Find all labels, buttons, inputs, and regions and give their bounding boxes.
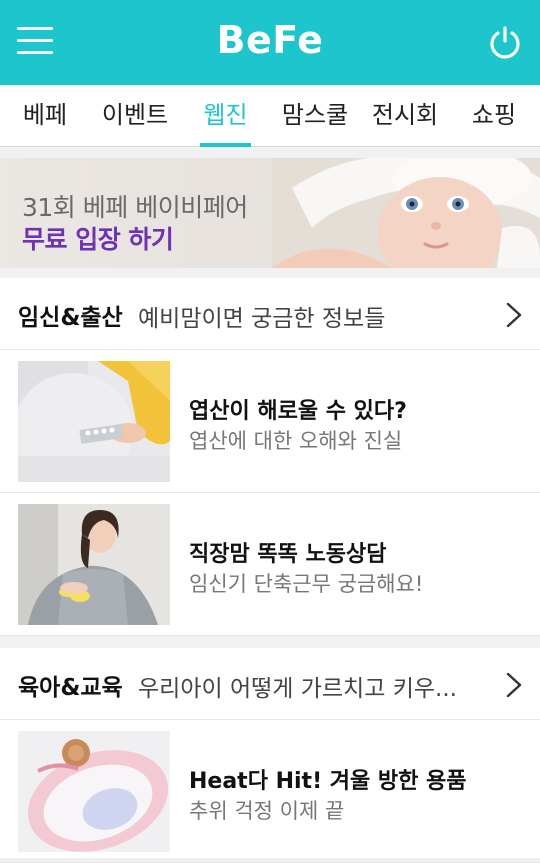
app-header: BeFe: [0, 0, 540, 85]
chevron-right-icon: [506, 672, 522, 698]
banner-title: 31회 베페 베이비페어: [22, 193, 248, 222]
section-title: 임신&출산: [18, 305, 123, 331]
tab-befe[interactable]: 베페: [20, 85, 70, 147]
tab-shopping[interactable]: 쇼핑: [468, 85, 520, 147]
baby-fair-banner[interactable]: 31회 베페 베이비페어 무료 입장 하기: [0, 158, 540, 268]
tab-momschool[interactable]: 맘스쿨: [278, 85, 352, 147]
category-tab-bar: 베페 이벤트 웹진 맘스쿨 전시회 쇼핑: [0, 85, 540, 147]
section-parenting: 육아&교육 우리아이 어떻게 가르치고 키우... Heat다 Hit! 겨울 …: [0, 648, 540, 863]
article-title: 직장맘 똑똑 노동상담: [189, 542, 387, 567]
list-item[interactable]: Heat다 Hit! 겨울 방한 용품 추위 걱정 이제 끝: [0, 720, 540, 863]
article-title: Heat다 Hit! 겨울 방한 용품: [189, 769, 467, 794]
tab-event[interactable]: 이벤트: [98, 85, 172, 147]
list-item[interactable]: 직장맘 똑똑 노동상담 임신기 단축근무 궁금해요!: [0, 493, 540, 636]
article-thumbnail-working-mom: [18, 504, 170, 625]
section-header-parenting[interactable]: 육아&교육 우리아이 어떻게 가르치고 키우...: [0, 648, 540, 720]
list-item[interactable]: 엽산이 해로울 수 있다? 엽산에 대한 오해와 진실: [0, 350, 540, 493]
banner-cta: 무료 입장 하기: [22, 225, 174, 254]
article-subtitle: 임신기 단축근무 궁금해요!: [189, 572, 424, 596]
tab-exhibition[interactable]: 전시회: [368, 85, 442, 147]
power-icon[interactable]: [487, 24, 523, 60]
article-thumbnail-folic-acid: [18, 361, 170, 482]
section-subtitle: 예비맘이면 궁금한 정보들: [138, 306, 386, 332]
section-pregnancy: 임신&출산 예비맘이면 궁금한 정보들 엽산이 해로울 수 있다? 엽산에 대한…: [0, 278, 540, 636]
article-subtitle: 추위 걱정 이제 끝: [189, 799, 345, 823]
section-subtitle: 우리아이 어떻게 가르치고 키우...: [138, 676, 457, 702]
chevron-right-icon: [506, 302, 522, 328]
app-logo: BeFe: [216, 18, 324, 62]
tab-webzine[interactable]: 웹진: [200, 85, 251, 147]
article-subtitle: 엽산에 대한 오해와 진실: [189, 429, 403, 453]
article-thumbnail-winter-gear: [18, 731, 170, 852]
section-title: 육아&교육: [18, 675, 123, 701]
baby-photo: [272, 158, 540, 268]
section-header-pregnancy[interactable]: 임신&출산 예비맘이면 궁금한 정보들: [0, 278, 540, 350]
article-title: 엽산이 해로울 수 있다?: [189, 399, 407, 424]
